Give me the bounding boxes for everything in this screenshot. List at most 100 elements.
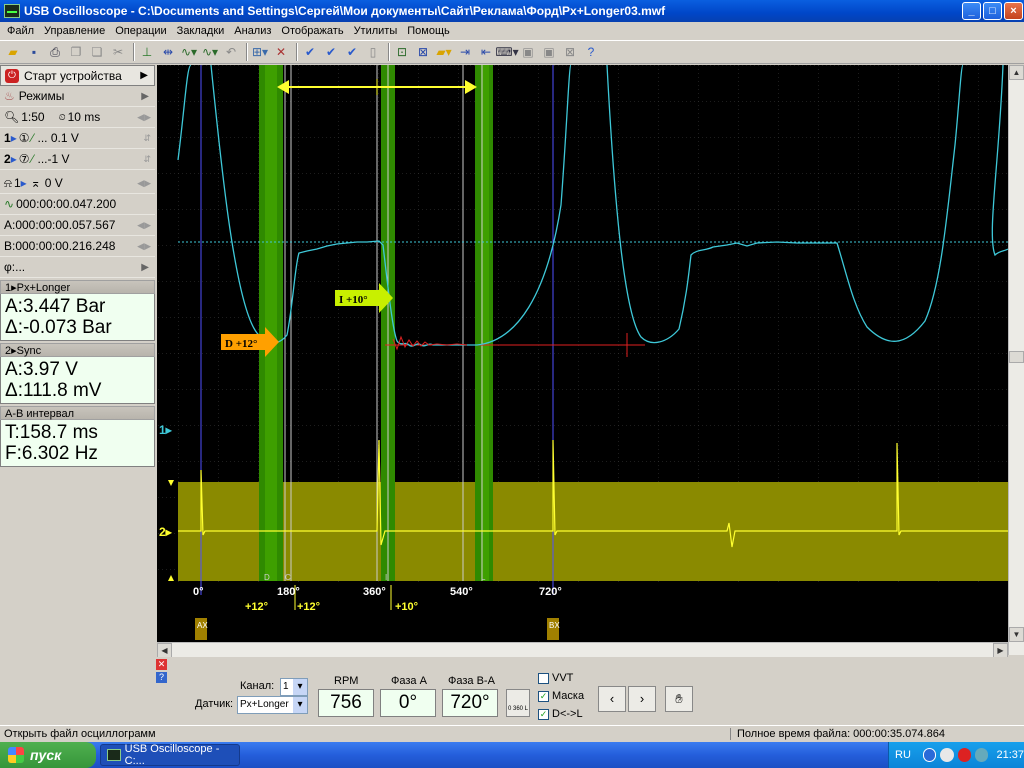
screen2-icon[interactable]: ▣ bbox=[540, 43, 558, 61]
window-title: USB Oscilloscope - C:\Documents and Sett… bbox=[24, 4, 666, 18]
start-button[interactable]: пуск bbox=[0, 742, 96, 768]
check-up-icon[interactable]: ✔ bbox=[343, 43, 361, 61]
scroll-down-icon[interactable]: ▼ bbox=[1009, 627, 1024, 642]
group1-box: A:3.447 Bar Δ:-0.073 Bar bbox=[0, 294, 155, 341]
sensor-select[interactable]: Px+Longer bbox=[237, 696, 308, 714]
trigger-edge-icon: ⌅ bbox=[30, 176, 41, 190]
measure-icon[interactable]: ⇹ bbox=[159, 43, 177, 61]
scroll-left-icon[interactable]: ◀ bbox=[157, 643, 172, 658]
cursor-b-spinner[interactable]: ◀▶ bbox=[137, 241, 151, 252]
scroll-right-icon[interactable]: ▶ bbox=[993, 643, 1008, 658]
menu-analysis[interactable]: Анализ bbox=[229, 25, 276, 37]
channel1-marker[interactable]: 1▸ bbox=[159, 423, 173, 437]
cursor-axis-icon[interactable]: ⊥ bbox=[138, 43, 156, 61]
open-bookmark-icon[interactable]: ▰▾ bbox=[435, 43, 453, 61]
menu-help[interactable]: Помощь bbox=[402, 25, 455, 37]
phase-row[interactable]: φ:... ▶ bbox=[0, 257, 155, 278]
status-file-time: Полное время файла: 000:00:35.074.864 bbox=[730, 728, 945, 740]
modes-menu[interactable]: ♨ Режимы ▶ bbox=[0, 86, 155, 107]
horizontal-scrollbar[interactable]: ◀ ▶ bbox=[157, 642, 1008, 658]
degree-mode-button[interactable]: 0 360 L bbox=[506, 689, 530, 717]
start-label: пуск bbox=[30, 747, 62, 763]
copy-icon[interactable]: ❐ bbox=[67, 43, 85, 61]
grid-dropdown-icon[interactable]: ⊞▾ bbox=[251, 43, 269, 61]
antivirus-tray-icon[interactable] bbox=[957, 748, 972, 762]
scroll-up-icon[interactable]: ▲ bbox=[1009, 65, 1024, 80]
cursor-a-row[interactable]: A:000:00:00.057.567 ◀▶ bbox=[0, 215, 155, 236]
security-tray-icon[interactable] bbox=[940, 748, 954, 762]
language-indicator[interactable]: RU bbox=[895, 749, 911, 761]
delete-icon[interactable]: ✕ bbox=[272, 43, 290, 61]
vertical-scrollbar[interactable]: ▲ ▼ bbox=[1008, 65, 1024, 655]
dl-checkbox[interactable]: ✓ D<->L bbox=[538, 708, 583, 720]
bookmark-ab-icon[interactable]: ⇥ bbox=[456, 43, 474, 61]
save-icon[interactable]: ▪ bbox=[25, 43, 43, 61]
d-label-text: D +12° bbox=[225, 338, 257, 350]
screen3-icon[interactable]: ⊠ bbox=[561, 43, 579, 61]
ch2-spinner[interactable]: ⇵ bbox=[143, 154, 151, 165]
panel-help-icon[interactable]: ? bbox=[156, 672, 167, 683]
dl-checkbox-box[interactable]: ✓ bbox=[538, 708, 549, 720]
zoom-select-icon[interactable]: ⊠ bbox=[414, 43, 432, 61]
zoom-timebase-row[interactable]: 🔍︎ 1:50 ⏲ 10 ms ◀▶ bbox=[0, 107, 155, 128]
open-folder-icon[interactable]: ▰ bbox=[4, 43, 22, 61]
vvt-checkbox-box[interactable] bbox=[538, 672, 549, 684]
wave-dropdown-icon[interactable]: ∿▾ bbox=[180, 43, 198, 61]
print-icon[interactable]: ⎙ bbox=[46, 43, 64, 61]
ch1-spinner[interactable]: ⇵ bbox=[143, 133, 151, 144]
vvt-checkbox[interactable]: VVT bbox=[538, 672, 573, 684]
menu-control[interactable]: Управление bbox=[39, 25, 110, 37]
undo-icon[interactable]: ↶ bbox=[222, 43, 240, 61]
hand-tool-button[interactable]: ✋︎ bbox=[665, 686, 693, 712]
zoom-fit-icon[interactable]: ⊡ bbox=[393, 43, 411, 61]
close-button[interactable]: × bbox=[1004, 2, 1023, 20]
channel2-marker[interactable]: 2▸ bbox=[159, 525, 173, 539]
oscilloscope-display[interactable]: 1▸ 2▸ D +12° I +10° D C I L 0° 180° 360°… bbox=[157, 65, 1008, 642]
page-icon[interactable]: ▯ bbox=[364, 43, 382, 61]
taskbar-item-oscilloscope[interactable]: USB Oscilloscope - C:... bbox=[100, 743, 240, 767]
help-icon[interactable]: ? bbox=[582, 43, 600, 61]
wave2-dropdown-icon[interactable]: ∿▾ bbox=[201, 43, 219, 61]
next-button[interactable]: › bbox=[628, 686, 656, 712]
band-tag-l: L bbox=[481, 573, 486, 582]
menu-bookmarks[interactable]: Закладки bbox=[172, 25, 230, 37]
offset-label-2: +12° bbox=[297, 601, 320, 613]
bookmark-next-icon[interactable]: ⇤ bbox=[477, 43, 495, 61]
zoom-icon: 🔍︎ bbox=[4, 110, 20, 124]
keyboard-dropdown-icon[interactable]: ⌨▾ bbox=[495, 43, 518, 61]
mask-checkbox-box[interactable]: ✓ bbox=[538, 690, 549, 702]
control-panel: ✕ ? Канал: 1 Датчик: Px+Longer RPM 756 Ф… bbox=[0, 657, 1024, 725]
menu-view[interactable]: Отображать bbox=[276, 25, 348, 37]
scroll-thumb[interactable] bbox=[1009, 351, 1024, 363]
check-down-icon[interactable]: ✔ bbox=[322, 43, 340, 61]
panel-close-icon[interactable]: ✕ bbox=[156, 659, 167, 670]
channel-label: Канал: bbox=[240, 680, 275, 692]
phase-ba-value[interactable]: 720° bbox=[442, 689, 498, 717]
maximize-button[interactable]: □ bbox=[983, 2, 1002, 20]
screen-icon[interactable]: ▣ bbox=[519, 43, 537, 61]
trigger-row[interactable]: ⍾ 1 ▸ ⌅ 0 V ◀▶ bbox=[0, 173, 155, 194]
minimize-button[interactable]: _ bbox=[962, 2, 981, 20]
menu-file[interactable]: Файл bbox=[2, 25, 39, 37]
trigger-spinner[interactable]: ◀▶ bbox=[137, 178, 151, 189]
timebase-spinner[interactable]: ◀▶ bbox=[137, 112, 151, 123]
menu-utilities[interactable]: Утилиты bbox=[349, 25, 403, 37]
scope-canvas[interactable]: 1▸ 2▸ D +12° I +10° D C I L 0° 180° 360°… bbox=[157, 65, 1008, 642]
phase-a-value[interactable]: 0° bbox=[380, 689, 436, 717]
trigger-time-row[interactable]: ∿ 000:00:00.047.200 bbox=[0, 194, 155, 215]
cursor-b-row[interactable]: B:000:00:00.216.248 ◀▶ bbox=[0, 236, 155, 257]
start-device-button[interactable]: ⏻ Старт устройства ▶ bbox=[0, 65, 155, 86]
volume-tray-icon[interactable] bbox=[975, 748, 989, 762]
channel-select[interactable]: 1 bbox=[280, 678, 308, 696]
network-tray-icon[interactable] bbox=[922, 748, 937, 762]
prev-button[interactable]: ‹ bbox=[598, 686, 626, 712]
phase-a-label: Фаза A bbox=[391, 675, 427, 687]
cursor-a-spinner[interactable]: ◀▶ bbox=[137, 220, 151, 231]
channel2-row[interactable]: 2 ▸ ⑦ ⁄ ...-1 V ⇵ bbox=[0, 149, 155, 170]
channel1-row[interactable]: 1 ▸ ① ⁄ ... 0.1 V ⇵ bbox=[0, 128, 155, 149]
mask-checkbox[interactable]: ✓ Маска bbox=[538, 690, 584, 702]
paste-icon[interactable]: ❏ bbox=[88, 43, 106, 61]
cut-icon[interactable]: ✂ bbox=[109, 43, 127, 61]
menu-operations[interactable]: Операции bbox=[110, 25, 171, 37]
check-icon[interactable]: ✔ bbox=[301, 43, 319, 61]
